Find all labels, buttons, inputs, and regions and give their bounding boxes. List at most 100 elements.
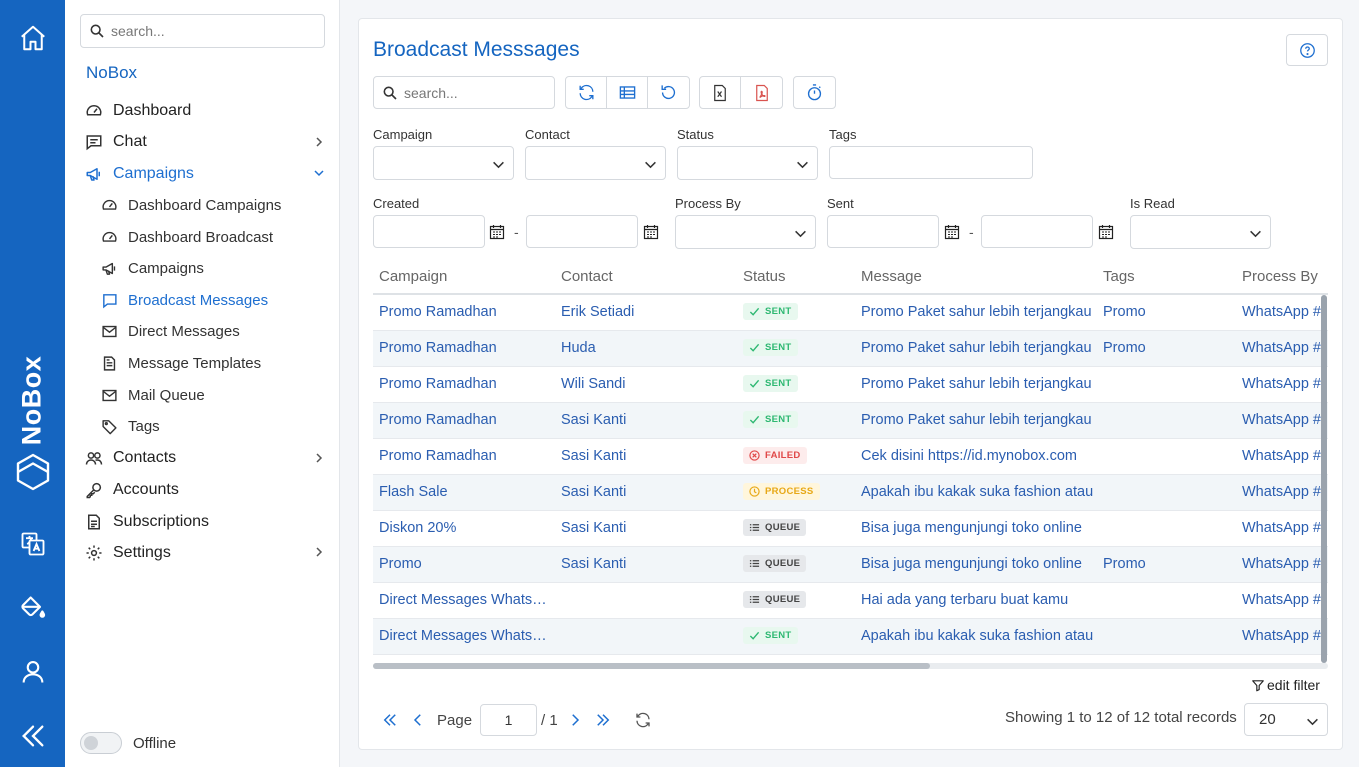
sidebar-item-broadcast-messages[interactable]: Broadcast Messages [65,285,340,317]
cell-campaign[interactable]: Promo Ramadhan [373,330,555,367]
vertical-scrollbar[interactable] [1321,295,1327,663]
table-row[interactable]: Promo Ramadhan Erik Setiadi SENT Promo Pake… [373,294,1328,331]
filter-process-by-select[interactable] [675,215,816,249]
cell-process-by[interactable]: WhatsApp # [1236,294,1328,331]
cell-contact[interactable]: Wili Sandi [555,366,737,403]
cell-contact[interactable] [555,582,737,619]
column-header-tags[interactable]: Tags [1097,259,1236,295]
last-page-button[interactable] [590,707,616,733]
columns-button[interactable] [607,77,648,108]
cell-contact[interactable] [555,618,737,655]
filter-sent-to[interactable] [981,215,1093,248]
prev-page-button[interactable] [405,707,431,733]
horizontal-scrollbar-thumb[interactable] [373,663,930,669]
column-header-campaign[interactable]: Campaign [373,259,555,295]
sidebar-item-dashboard[interactable]: Dashboard [65,95,340,127]
cell-contact[interactable]: Sasi Kanti [555,510,737,547]
calendar-icon[interactable] [1098,224,1114,240]
table-row[interactable]: Promo Ramadhan Huda SENT Promo Paket sahur … [373,330,1328,367]
help-button[interactable] [1286,34,1328,66]
cell-message[interactable]: Bisa juga mengunjungi toko online [855,546,1097,583]
filter-tags-input[interactable] [829,146,1033,179]
table-row[interactable]: Flash Sale Sasi Kanti PROCESS Apakah ibu ka… [373,474,1328,511]
table-search[interactable] [373,76,555,109]
cell-process-by[interactable]: WhatsApp # [1236,402,1328,439]
cell-process-by[interactable]: WhatsApp # [1236,474,1328,511]
sidebar-item-accounts[interactable]: Accounts [65,474,340,506]
cell-tags[interactable] [1097,366,1236,403]
table-row[interactable]: Promo Ramadhan Sasi Kanti FAILED Cek disini… [373,438,1328,475]
table-row[interactable]: Diskon 20% Sasi Kanti QUEUE Bisa juga mengu… [373,510,1328,547]
cell-message[interactable]: Promo Paket sahur lebih terjangkau [855,330,1097,367]
sidebar-item-message-templates[interactable]: Message Templates [65,348,340,380]
cell-tags[interactable]: Promo [1097,294,1236,331]
column-header-message[interactable]: Message [855,259,1097,295]
cell-message[interactable]: Promo Paket sahur lebih terjangkau [855,402,1097,439]
filter-is-read-select[interactable] [1130,215,1271,249]
cell-tags[interactable]: Promo [1097,330,1236,367]
cell-message[interactable]: Apakah ibu kakak suka fashion atau [855,618,1097,655]
cell-campaign[interactable]: Promo Ramadhan [373,438,555,475]
cell-campaign[interactable]: Promo Ramadhan [373,402,555,439]
page-number-input[interactable] [480,704,538,736]
cell-tags[interactable] [1097,474,1236,511]
sidebar-item-direct-messages[interactable]: Direct Messages [65,316,340,348]
filter-created-to[interactable] [526,215,638,248]
translate-icon[interactable] [0,524,65,564]
sidebar-item-campaigns-list[interactable]: Campaigns [65,253,340,285]
export-pdf-button[interactable] [741,77,782,108]
cell-contact[interactable]: Sasi Kanti [555,438,737,475]
cell-campaign[interactable]: Flash Sale [373,474,555,511]
column-header-status[interactable]: Status [737,259,855,295]
edit-filter-button[interactable]: edit filter [1251,677,1320,693]
cell-tags[interactable] [1097,438,1236,475]
table-row[interactable]: Promo Ramadhan Sasi Kanti SENT Promo Paket … [373,402,1328,439]
sidebar-search-input[interactable] [111,23,311,39]
filter-sent-from[interactable] [827,215,939,248]
cell-campaign[interactable]: Promo [373,546,555,583]
filter-contact-select[interactable] [525,146,666,180]
page-size-select[interactable]: 20 [1244,703,1328,736]
cell-contact[interactable]: Erik Setiadi [555,294,737,331]
reset-button[interactable] [648,77,689,108]
cell-tags[interactable] [1097,510,1236,547]
sidebar-item-dashboard-broadcast[interactable]: Dashboard Broadcast [65,221,340,253]
cell-process-by[interactable]: WhatsApp # [1236,330,1328,367]
sidebar-item-campaigns[interactable]: Campaigns [65,158,340,190]
sidebar-search[interactable] [80,14,325,48]
table-row[interactable]: Direct Messages WhatsApp SENT Apakah ibu k… [373,618,1328,655]
cell-process-by[interactable]: WhatsApp # [1236,546,1328,583]
cell-message[interactable]: Cek disini https://id.mynobox.com [855,438,1097,475]
cell-tags[interactable]: Promo [1097,546,1236,583]
cell-process-by[interactable]: WhatsApp # [1236,618,1328,655]
sidebar-item-settings[interactable]: Settings [65,537,340,569]
filter-campaign-select[interactable] [373,146,514,180]
sidebar-item-dashboard-campaigns[interactable]: Dashboard Campaigns [65,190,340,222]
cell-message[interactable]: Apakah ibu kakak suka fashion atau [855,474,1097,511]
cell-tags[interactable] [1097,582,1236,619]
table-search-input[interactable] [404,84,544,101]
export-excel-button[interactable] [700,77,741,108]
table-row[interactable]: Promo Ramadhan Wili Sandi SENT Promo Paket … [373,366,1328,403]
sidebar-item-mail-queue[interactable]: Mail Queue [65,379,340,411]
calendar-icon[interactable] [489,224,505,240]
cell-message[interactable]: Promo Paket sahur lebih terjangkau [855,366,1097,403]
cell-contact[interactable]: Sasi Kanti [555,546,737,583]
cell-contact[interactable]: Sasi Kanti [555,474,737,511]
column-header-contact[interactable]: Contact [555,259,737,295]
paint-bucket-icon[interactable] [0,588,65,628]
cell-tags[interactable] [1097,402,1236,439]
offline-toggle[interactable] [80,732,122,754]
cell-process-by[interactable]: WhatsApp # [1236,582,1328,619]
first-page-button[interactable] [377,707,403,733]
sidebar-item-tags[interactable]: Tags [65,411,340,443]
cell-campaign[interactable]: Direct Messages WhatsApp [373,618,555,655]
reload-button[interactable] [630,707,656,733]
table-row[interactable]: Promo Sasi Kanti QUEUE Bisa juga mengunjung… [373,546,1328,583]
cell-process-by[interactable]: WhatsApp # [1236,438,1328,475]
user-icon[interactable] [0,652,65,692]
cell-campaign[interactable]: Direct Messages WhatsApp [373,582,555,619]
cell-tags[interactable] [1097,618,1236,655]
cell-campaign[interactable]: Diskon 20% [373,510,555,547]
cell-process-by[interactable]: WhatsApp # [1236,366,1328,403]
